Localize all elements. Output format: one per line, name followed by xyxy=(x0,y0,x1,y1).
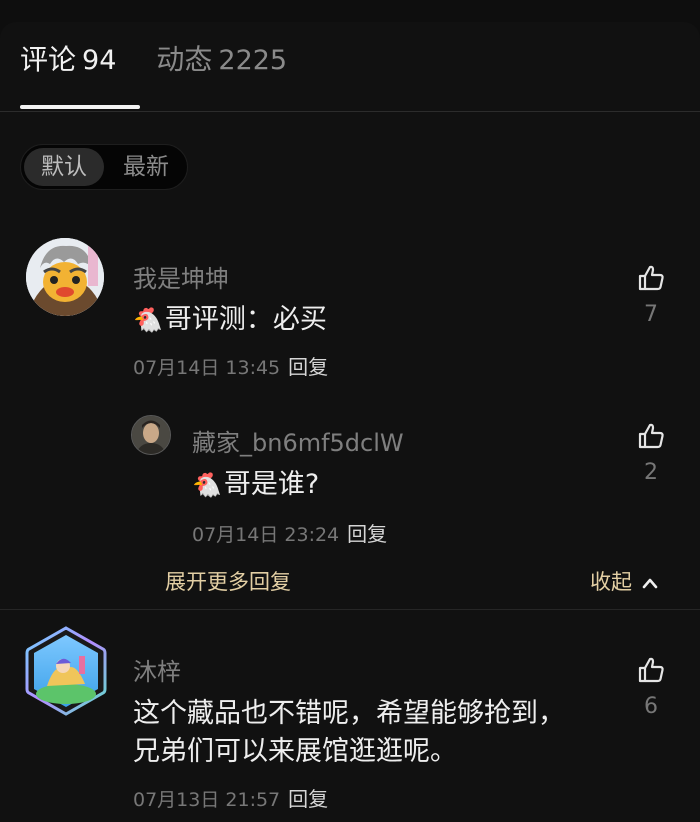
tab-bar: 评论 94 动态 2225 xyxy=(20,38,287,78)
sort-latest-option[interactable]: 最新 xyxy=(107,148,185,186)
thumbs-up-icon xyxy=(638,265,664,291)
portrait-avatar[interactable] xyxy=(131,415,171,455)
comment-timestamp: 07月14日 13:45 xyxy=(133,357,281,379)
comment-divider xyxy=(0,609,700,610)
like-count: 2 xyxy=(644,460,658,485)
reply-meta: 07月14日 23:24 回复 xyxy=(192,518,387,547)
tab-activity-label: 动态 xyxy=(156,43,213,76)
reply-text-body: 哥是谁? xyxy=(223,469,320,500)
tab-activity[interactable]: 动态 2225 xyxy=(156,38,287,78)
comment-meta: 07月13日 21:57 回复 xyxy=(133,783,328,812)
portrait-avatar-icon xyxy=(132,416,170,454)
comment-text: 🐔哥评测：必买 xyxy=(133,300,327,340)
comment-text-line-1: 这个藏品也不错呢，希望能够抢到， xyxy=(133,698,565,729)
tabs-divider xyxy=(0,111,700,112)
hexagon-nft-avatar[interactable] xyxy=(25,626,107,716)
tab-comments-count: 94 xyxy=(82,45,117,76)
thumbs-up-icon xyxy=(638,657,664,683)
sort-default-option[interactable]: 默认 xyxy=(24,148,104,186)
reply-button[interactable]: 回复 xyxy=(347,522,387,546)
hexagon-nft-avatar-icon xyxy=(25,626,107,716)
collapse-replies-button[interactable]: 收起 xyxy=(590,566,658,596)
collapse-label: 收起 xyxy=(590,570,632,594)
reply-button[interactable]: 回复 xyxy=(288,355,328,379)
comment-username[interactable]: 沐梓 xyxy=(133,652,181,687)
sort-toggle: 默认 最新 xyxy=(20,144,188,190)
comment-meta: 07月14日 13:45 回复 xyxy=(133,351,328,380)
cartoon-avatar[interactable] xyxy=(26,238,104,316)
tab-comments-label: 评论 xyxy=(20,43,77,76)
reply-username[interactable]: 藏家_bn6mf5dclW xyxy=(192,423,404,458)
cartoon-avatar-icon xyxy=(26,238,104,316)
reply-button[interactable]: 回复 xyxy=(288,787,328,811)
like-count: 6 xyxy=(644,694,658,719)
comment-timestamp: 07月13日 21:57 xyxy=(133,789,281,811)
expand-more-replies-button[interactable]: 展开更多回复 xyxy=(165,566,291,596)
chevron-up-icon xyxy=(642,578,658,589)
reply-text: 🐔哥是谁? xyxy=(192,465,319,505)
comment-username[interactable]: 我是坤坤 xyxy=(133,259,229,294)
like-button[interactable]: 2 xyxy=(629,422,673,485)
comment-text-body: 哥评测：必买 xyxy=(164,304,327,335)
thumbs-up-icon xyxy=(638,423,664,449)
tab-comments[interactable]: 评论 94 xyxy=(20,38,116,78)
like-button[interactable]: 6 xyxy=(629,656,673,719)
active-tab-indicator xyxy=(20,105,140,109)
chicken-emoji-icon: 🐔 xyxy=(133,306,163,334)
reply-timestamp: 07月14日 23:24 xyxy=(192,524,340,546)
like-button[interactable]: 7 xyxy=(629,264,673,327)
chicken-emoji-icon: 🐔 xyxy=(192,471,222,499)
comment-text-line-2: 兄弟们可以来展馆逛逛呢。 xyxy=(133,736,457,767)
like-count: 7 xyxy=(644,302,658,327)
tab-activity-count: 2225 xyxy=(218,45,288,76)
